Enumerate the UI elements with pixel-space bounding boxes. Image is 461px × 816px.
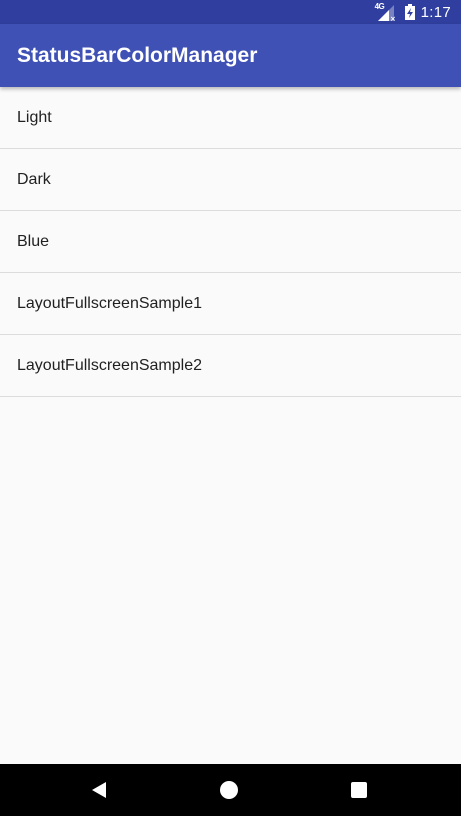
list-item-blue[interactable]: Blue xyxy=(0,211,461,273)
svg-text:×: × xyxy=(390,15,396,22)
list-item-layout-fullscreen-sample2[interactable]: LayoutFullscreenSample2 xyxy=(0,335,461,397)
status-icons: 4G × 1:17 xyxy=(375,0,451,24)
signal-icon: 4G × xyxy=(375,2,399,22)
list-item-light[interactable]: Light xyxy=(0,87,461,149)
status-clock: 1:17 xyxy=(420,3,451,21)
navigation-bar xyxy=(0,764,461,816)
list-item-layout-fullscreen-sample1[interactable]: LayoutFullscreenSample1 xyxy=(0,273,461,335)
recents-icon xyxy=(351,782,367,798)
battery-icon xyxy=(404,4,415,20)
home-button[interactable] xyxy=(199,764,259,816)
app-title: StatusBarColorManager xyxy=(17,44,258,67)
back-button[interactable] xyxy=(69,764,129,816)
recents-button[interactable] xyxy=(329,764,389,816)
back-icon xyxy=(92,782,106,798)
app-bar: StatusBarColorManager xyxy=(0,24,461,87)
list-item-dark[interactable]: Dark xyxy=(0,149,461,211)
sample-list: Light Dark Blue LayoutFullscreenSample1 … xyxy=(0,87,461,397)
status-bar: 4G × 1:17 xyxy=(0,0,461,24)
home-icon xyxy=(220,781,238,799)
